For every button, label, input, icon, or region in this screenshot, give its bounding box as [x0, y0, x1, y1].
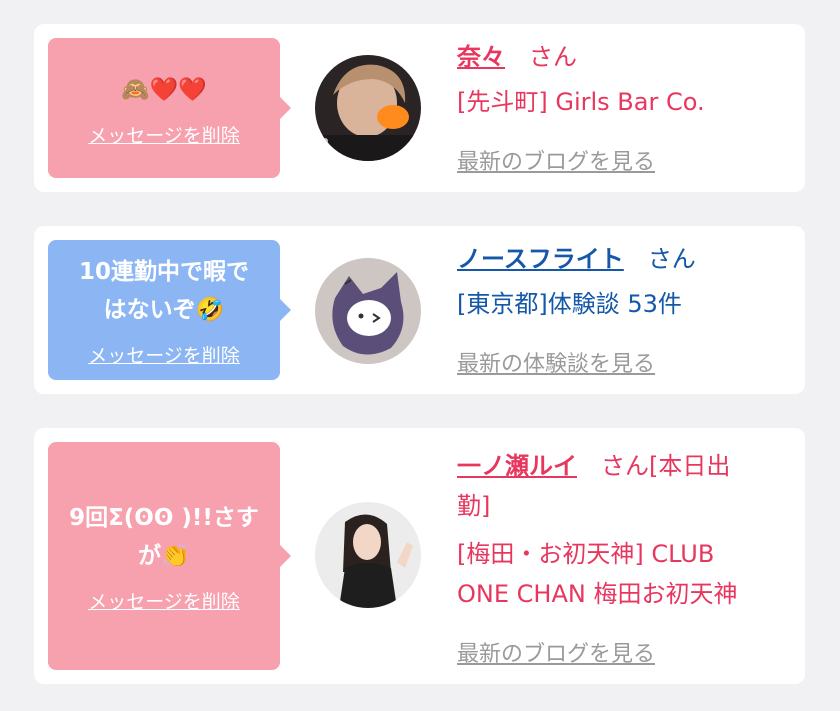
message-card: 9回Σ(ʘʘ )!!さす が👏 メッセージを削除 一ノ瀬ルイ さん[本日出 勤] [… — [34, 428, 805, 684]
latest-blog-link[interactable]: 最新のブログを見る — [457, 636, 655, 668]
honorific: さん — [647, 245, 696, 273]
message-card: 10連勤中で暇で はないぞ🤣 メッセージを削除 ノースフライト さん [東京都]体… — [34, 226, 805, 394]
latest-review-link[interactable]: 最新の体験談を見る — [457, 346, 655, 378]
sender-info: ノースフライト さん [東京都]体験談 53件 — [457, 244, 791, 324]
latest-blog-link[interactable]: 最新のブログを見る — [457, 144, 655, 176]
message-text: 10連勤中で暇で はないぞ🤣 — [78, 258, 249, 323]
avatar[interactable] — [315, 502, 421, 608]
shop-name: [先斗町] Girls Bar Co. — [457, 88, 705, 116]
honorific: さん — [529, 43, 577, 71]
message-bubble: 10連勤中で暇で はないぞ🤣 メッセージを削除 — [48, 240, 291, 380]
delete-message-link[interactable]: メッセージを削除 — [88, 587, 240, 614]
delete-message-link[interactable]: メッセージを削除 — [88, 341, 240, 368]
delete-message-link[interactable]: メッセージを削除 — [88, 121, 240, 148]
sender-name[interactable]: 奈々 — [457, 43, 505, 71]
message-card: 🙈❤️❤️ メッセージを削除 奈々 さん [先斗町] Girls Bar Co. … — [34, 24, 805, 192]
avatar[interactable] — [315, 258, 421, 364]
message-bubble: 9回Σ(ʘʘ )!!さす が👏 メッセージを削除 — [48, 442, 291, 670]
avatar-photo — [315, 55, 421, 161]
avatar-photo — [315, 502, 421, 608]
avatar[interactable] — [315, 55, 421, 161]
sender-name[interactable]: 一ノ瀬ルイ — [457, 452, 577, 480]
sender-name[interactable]: ノースフライト — [457, 245, 624, 273]
sender-info: 一ノ瀬ルイ さん[本日出 勤] [梅田・お初天神] CLUB ONE CHAN 梅田… — [457, 446, 791, 614]
shop-name: [東京都]体験談 53件 — [457, 290, 682, 318]
sender-info: 奈々 さん [先斗町] Girls Bar Co. — [457, 42, 791, 122]
shop-name: [梅田・お初天神] CLUB ONE CHAN 梅田お初天神 — [457, 540, 738, 608]
avatar-photo — [315, 258, 421, 364]
message-text: 🙈❤️❤️ — [121, 76, 207, 103]
message-bubble: 🙈❤️❤️ メッセージを削除 — [48, 38, 291, 178]
message-text: 9回Σ(ʘʘ )!!さす が👏 — [69, 504, 259, 569]
